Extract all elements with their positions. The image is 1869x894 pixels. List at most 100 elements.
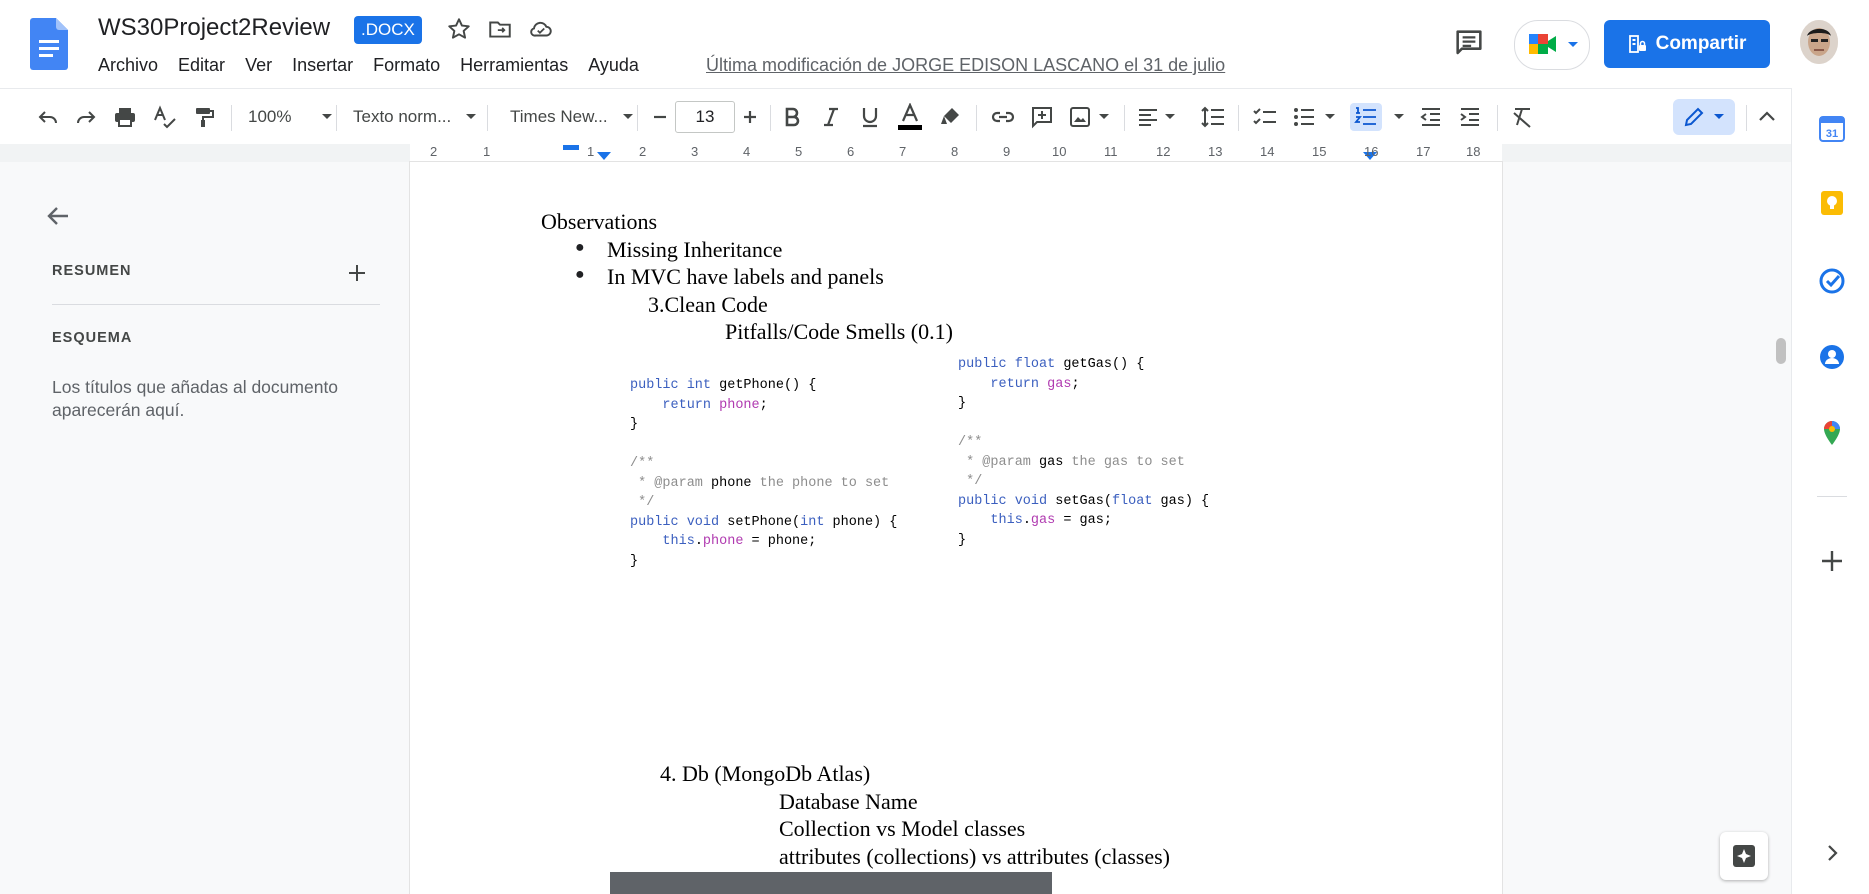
cloud-saved-icon[interactable] [528, 16, 554, 42]
bold-button[interactable] [780, 103, 804, 131]
increase-indent-button[interactable] [1458, 103, 1482, 131]
maps-icon[interactable] [1819, 420, 1845, 446]
contacts-icon[interactable] [1819, 344, 1845, 370]
undo-icon [38, 111, 57, 124]
document-page[interactable]: Observations ● Missing Inheritance ● In … [410, 162, 1502, 894]
format-badge: .DOCX [354, 16, 422, 44]
ruler-number: 16 [1364, 144, 1379, 159]
insert-link-button[interactable] [990, 103, 1016, 131]
document-outline-panel: RESUMEN ESQUEMA Los títulos que añadas a… [0, 162, 400, 894]
checklist-button[interactable] [1252, 103, 1278, 131]
add-comment-button[interactable] [1030, 103, 1054, 131]
zoom-select[interactable]: 100% [248, 103, 333, 131]
spellcheck-button[interactable] [152, 103, 178, 131]
docs-logo[interactable] [30, 18, 68, 70]
last-edit-link[interactable]: Última modificación de JORGE EDISON LASC… [706, 55, 1225, 76]
italic-button[interactable] [819, 103, 843, 131]
code-line: * @param gas the gas to set [958, 454, 1185, 470]
line-spacing-icon [1201, 106, 1224, 128]
menu-editar[interactable]: Editar [178, 55, 225, 76]
menu-ayuda[interactable]: Ayuda [588, 55, 639, 76]
bulleted-list-button[interactable] [1292, 103, 1336, 131]
account-avatar[interactable] [1800, 20, 1838, 64]
avatar-image [1800, 20, 1838, 64]
decrease-font-size-button[interactable] [650, 103, 670, 131]
menu-formato[interactable]: Formato [373, 55, 440, 76]
meet-button[interactable] [1514, 20, 1590, 70]
scrollbar-thumb[interactable] [1776, 338, 1786, 364]
menu-herramientas[interactable]: Herramientas [460, 55, 568, 76]
star-icon[interactable] [446, 16, 472, 42]
redo-button[interactable] [74, 103, 98, 131]
tasks-icon[interactable] [1819, 268, 1845, 294]
code-image-gas[interactable]: public float getGas() { return gas;} /**… [958, 355, 1209, 550]
add-summary-button[interactable] [348, 258, 366, 289]
keep-icon[interactable] [1819, 190, 1845, 216]
back-arrow-icon[interactable] [44, 202, 72, 230]
increase-indent-icon [1460, 108, 1479, 126]
numbered-list-options[interactable] [1393, 103, 1405, 131]
observations-heading: Observations [541, 209, 658, 234]
numbered-list-button[interactable] [1350, 103, 1382, 131]
divider [52, 304, 380, 305]
font-size-input[interactable]: 13 [675, 101, 735, 133]
style-select[interactable]: Texto norm... [353, 103, 477, 131]
bold-icon [785, 107, 800, 127]
ruler-number: 17 [1416, 144, 1431, 159]
chevron-down-icon [1394, 114, 1404, 119]
db-item: Collection vs Model classes [779, 816, 1026, 841]
move-folder-icon[interactable] [487, 16, 513, 42]
calendar-icon[interactable]: 31 [1819, 116, 1845, 142]
db-item: attributes (collections) vs attributes (… [779, 844, 1170, 869]
editing-mode-button[interactable] [1673, 99, 1735, 135]
menu-insertar[interactable]: Insertar [292, 55, 353, 76]
code-line: } [630, 417, 639, 432]
line-spacing-button[interactable] [1200, 103, 1226, 131]
divider [1817, 496, 1847, 497]
app-header: WS30Project2Review .DOCX Archivo Editar … [0, 0, 1869, 88]
ruler[interactable]: 2 1 1 2 3 4 5 6 7 8 9 10 11 12 13 14 15 … [0, 144, 1791, 162]
code-line: this.gas = gas; [990, 513, 1112, 528]
link-icon [991, 111, 1015, 123]
code-image-phone[interactable]: public int getPhone() { return phone;} /… [630, 376, 897, 571]
text-color-button[interactable] [896, 103, 924, 131]
ruler-number: 1 [483, 144, 491, 159]
plus-icon[interactable] [1819, 548, 1845, 574]
paint-format-button[interactable] [192, 103, 216, 131]
menu-archivo[interactable]: Archivo [98, 55, 158, 76]
explore-button[interactable] [1720, 832, 1768, 880]
font-select[interactable]: Times New... [510, 103, 634, 131]
clear-format-icon [1513, 108, 1531, 128]
print-button[interactable] [112, 103, 138, 131]
left-indent-marker[interactable] [597, 152, 611, 162]
lock-people-icon [1628, 35, 1646, 53]
underline-button[interactable] [858, 103, 882, 131]
zoom-value: 100% [248, 107, 292, 126]
chevron-right-icon[interactable] [1819, 840, 1845, 866]
first-line-indent-marker[interactable] [563, 145, 579, 151]
chevron-down-icon [1568, 42, 1578, 47]
toolbar: 100% Texto norm... Times New... 13 [0, 88, 1791, 146]
ruler-number: 10 [1052, 144, 1067, 159]
comments-icon[interactable] [1452, 26, 1486, 60]
code-line: } [630, 553, 639, 569]
code-line: return gas; [990, 376, 1080, 392]
align-button[interactable] [1136, 103, 1176, 131]
highlight-button[interactable] [938, 103, 962, 131]
undo-button[interactable] [36, 103, 60, 131]
code-line: this.phone = phone; [662, 534, 817, 549]
clear-format-button[interactable] [1510, 103, 1534, 131]
increase-font-size-button[interactable] [740, 103, 760, 131]
document-title[interactable]: WS30Project2Review [98, 14, 330, 42]
code-line: */ [958, 474, 983, 489]
menu-ver[interactable]: Ver [245, 55, 272, 76]
ruler-number: 3 [691, 144, 699, 159]
embedded-image-partial[interactable] [610, 872, 1052, 894]
insert-image-button[interactable] [1068, 103, 1110, 131]
code-line: /** [958, 435, 983, 450]
decrease-indent-button[interactable] [1419, 103, 1443, 131]
code-line: /** [630, 456, 655, 471]
hide-menus-button[interactable] [1756, 103, 1778, 131]
share-button[interactable]: Compartir [1604, 20, 1770, 68]
